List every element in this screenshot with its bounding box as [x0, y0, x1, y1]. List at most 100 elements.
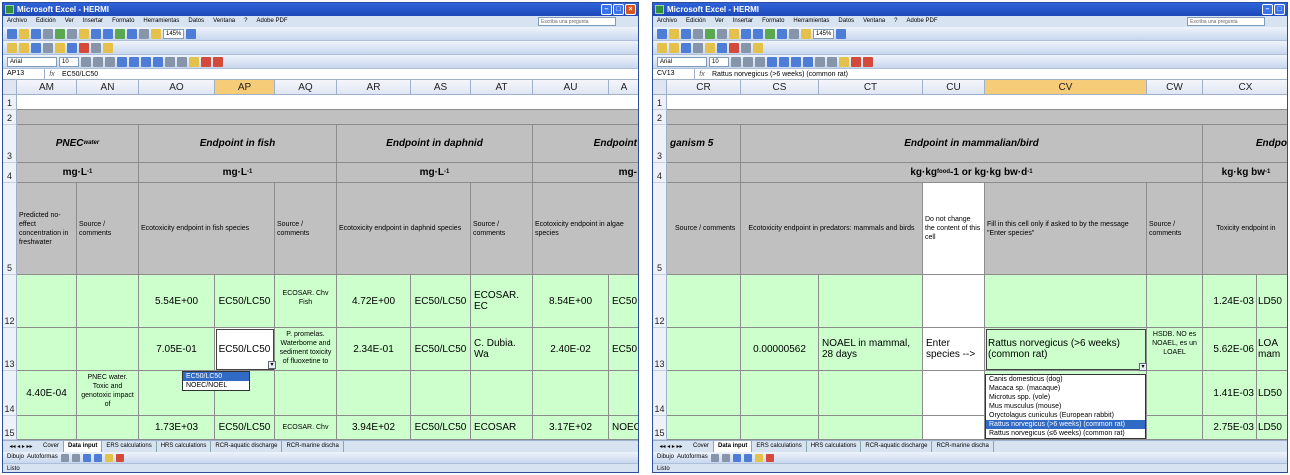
review-icon[interactable]	[31, 42, 41, 53]
cell[interactable]	[275, 371, 337, 416]
cell[interactable]: LD50	[1257, 416, 1287, 440]
tab-cover[interactable]: Cover	[689, 441, 715, 452]
row-header[interactable]: 12	[3, 275, 17, 328]
cell[interactable]: EC50/LC50	[215, 275, 275, 328]
dropdown-option[interactable]: EC50/LC50	[183, 372, 249, 381]
spellcheck-icon[interactable]	[55, 28, 65, 39]
cell[interactable]: 4.40E-04	[17, 371, 77, 416]
dropdown-option[interactable]: Canis domesticus (dog)	[986, 375, 1145, 384]
save-icon[interactable]	[681, 28, 691, 39]
review-icon[interactable]	[67, 42, 77, 53]
oval-icon[interactable]	[93, 453, 102, 462]
cell[interactable]: 8.54E+00	[533, 275, 609, 328]
dropdown-option[interactable]: Oryctolagus cuniculus (European rabbit)	[986, 411, 1145, 420]
cell[interactable]	[1147, 275, 1203, 328]
review-icon[interactable]	[729, 42, 739, 53]
cell[interactable]	[985, 275, 1147, 328]
cell[interactable]	[923, 275, 985, 328]
desc-cell[interactable]: Ecotoxicity endpoint in predators: mamma…	[741, 183, 923, 275]
menu-datos[interactable]: Datos	[188, 16, 204, 27]
row-header[interactable]: 15	[653, 416, 667, 440]
bold-icon[interactable]	[731, 56, 741, 67]
cell[interactable]	[667, 371, 741, 416]
percent-icon[interactable]	[165, 56, 175, 67]
cell[interactable]	[77, 416, 139, 440]
cell[interactable]	[819, 371, 923, 416]
autoshapes-menu[interactable]: Autoformas	[27, 452, 58, 463]
cell[interactable]: HSDB. NO es NOAEL, es un LOAEL	[1147, 328, 1203, 371]
menu-insertar[interactable]: Insertar	[83, 16, 103, 27]
tab-ers-calculations[interactable]: ERS calculations	[102, 441, 157, 452]
dropdown-option[interactable]: NOEC/NOEL	[183, 381, 249, 390]
autosum-icon[interactable]	[777, 28, 787, 39]
cell[interactable]	[667, 275, 741, 328]
dropdown-option[interactable]: Rattus norvegicus (≤6 weeks) (common rat…	[986, 429, 1145, 438]
cell[interactable]: 2.34E-01	[337, 328, 411, 371]
row-1[interactable]	[667, 95, 1287, 110]
row-header[interactable]: 14	[3, 371, 17, 416]
cell[interactable]: 1.73E+03	[139, 416, 215, 440]
col-header[interactable]: CS	[741, 80, 819, 95]
undo-icon[interactable]	[741, 28, 751, 39]
new-icon[interactable]	[7, 28, 17, 39]
tab-data-input[interactable]: Data input	[64, 441, 103, 452]
dropdown-option[interactable]: Rattus norvegicus (>6 weeks) (common rat…	[986, 420, 1145, 429]
dropdown-option[interactable]: Mus musculus (mouse)	[986, 402, 1145, 411]
cell[interactable]: ECOSAR. EC	[471, 275, 533, 328]
open-icon[interactable]	[669, 28, 679, 39]
formula-input[interactable]: Rattus norvegicus (>6 weeks) (common rat…	[709, 71, 848, 78]
review-icon[interactable]	[19, 42, 29, 53]
col-header[interactable]: CU	[923, 80, 985, 95]
line-icon[interactable]	[710, 453, 719, 462]
print-icon[interactable]	[43, 28, 53, 39]
col-header[interactable]: AN	[77, 80, 139, 95]
cell[interactable]: ECOSAR. Chv Fish	[275, 275, 337, 328]
col-header[interactable]: CX	[1203, 80, 1287, 95]
row-2[interactable]	[667, 110, 1287, 125]
row-1[interactable]	[17, 95, 638, 110]
select-all-corner[interactable]	[653, 80, 667, 95]
row-header[interactable]: 2	[3, 110, 17, 125]
percent-icon[interactable]	[815, 56, 825, 67]
cell[interactable]: 5.62E-06	[1203, 328, 1257, 371]
cell[interactable]: 1.41E-03	[1203, 371, 1257, 416]
review-icon[interactable]	[91, 42, 101, 53]
redo-icon[interactable]	[753, 28, 763, 39]
align-center-icon[interactable]	[129, 56, 139, 67]
fx-icon[interactable]: fx	[45, 71, 59, 78]
col-header[interactable]: AM	[17, 80, 77, 95]
font-color-icon[interactable]	[765, 453, 774, 462]
dropdown-arrow-icon[interactable]: ▾	[268, 361, 276, 369]
fx-icon[interactable]: fx	[695, 71, 709, 78]
row-header[interactable]: 1	[3, 95, 17, 110]
review-icon[interactable]	[103, 42, 113, 53]
cell[interactable]: 3.94E+02	[337, 416, 411, 440]
fill-color-icon[interactable]	[189, 56, 199, 67]
sort-icon[interactable]	[789, 28, 799, 39]
desc-cell[interactable]: Ecotoxicity endpoint in algae species	[533, 183, 638, 275]
tab-cover[interactable]: Cover	[39, 441, 65, 452]
review-icon[interactable]	[79, 42, 89, 53]
draw-menu[interactable]: Dibujo	[7, 452, 24, 463]
selected-cell-ap13[interactable]: EC50/LC50	[215, 328, 275, 371]
row-header[interactable]: 4	[3, 163, 17, 183]
name-box[interactable]: CV13	[653, 69, 695, 79]
fill-icon[interactable]	[104, 453, 113, 462]
cell[interactable]: LOA mam	[1257, 328, 1287, 371]
extra-icon[interactable]	[213, 56, 223, 67]
desc-cell[interactable]: Toxicity endpoint in	[1203, 183, 1287, 275]
cell[interactable]	[667, 416, 741, 440]
arrow-icon[interactable]	[721, 453, 730, 462]
desc-cell[interactable]: Do not change the content of this cell	[923, 183, 985, 275]
paste-icon[interactable]	[729, 28, 739, 39]
col-header[interactable]: CR	[667, 80, 741, 95]
row-header[interactable]: 5	[3, 183, 17, 275]
row-header[interactable]: 13	[653, 328, 667, 371]
cell[interactable]: LD50	[1257, 275, 1287, 328]
drawing-icon[interactable]	[801, 28, 811, 39]
desc-cell[interactable]: Ecotoxicity endpoint in fish species	[139, 183, 275, 275]
cell[interactable]	[819, 416, 923, 440]
menu-archivo[interactable]: Archivo	[657, 16, 677, 27]
row-header[interactable]: 3	[653, 125, 667, 163]
col-header[interactable]: AU	[533, 80, 609, 95]
